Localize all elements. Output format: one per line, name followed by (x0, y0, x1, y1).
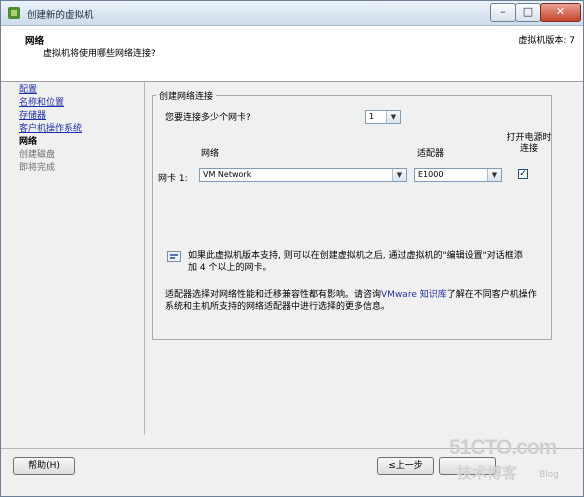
titlebar[interactable]: 创建新的虚拟机 – □ ✕ (1, 1, 583, 26)
chevron-down-icon: ▼ (386, 111, 400, 123)
nav-divider (144, 82, 145, 435)
maximize-button[interactable]: □ (515, 3, 541, 22)
wizard-header: 网络 虚拟机将使用哪些网络连接? 虚拟机版本: 7 (1, 26, 583, 82)
info-icon (167, 251, 181, 262)
back-button[interactable]: ≤上一步 (377, 457, 434, 475)
page-title: 网络 (25, 36, 45, 47)
page-subtitle: 虚拟机将使用哪些网络连接? (43, 49, 156, 59)
watermark-subtitle: 技术博客 (457, 464, 518, 482)
nav-item-guest-os[interactable]: 客户机操作系统 (19, 123, 139, 136)
vm-version-label: 虚拟机版本: 7 (518, 36, 575, 46)
nic-count-value: 1 (369, 112, 375, 121)
adapter-value: E1000 (418, 170, 444, 179)
nav-item-config[interactable]: 配置 (19, 84, 139, 97)
note-prefix: 适配器选择对网络性能和迁移兼容性都有影响。请咨询 (165, 290, 382, 300)
nic-count-label: 您要连接多少个网卡? (165, 113, 251, 123)
watermark-logo: 51CTO.com 技术博客 Blog (449, 436, 579, 494)
minimize-button[interactable]: – (490, 3, 516, 22)
vm-app-icon (8, 7, 20, 19)
nic-count-select[interactable]: 1 ▼ (365, 110, 401, 124)
chevron-down-icon: ▼ (487, 169, 501, 181)
column-adapter: 适配器 (417, 149, 445, 159)
network-select[interactable]: VM Network ▼ (199, 168, 407, 182)
column-network: 网络 (201, 149, 220, 159)
watermark-site: 51CTO.com (449, 436, 557, 459)
adapter-select[interactable]: E1000 ▼ (414, 168, 502, 182)
nav-item-name-location[interactable]: 名称和位置 (19, 97, 139, 110)
window-title: 创建新的虚拟机 (27, 10, 94, 21)
help-button[interactable]: 帮助(H) (13, 457, 75, 475)
connect-at-power-on-checkbox[interactable]: ✓ (518, 169, 528, 179)
chevron-down-icon: ▼ (392, 169, 406, 181)
wizard-nav: 配置 名称和位置 存储器 客户机操作系统 网络 创建磁盘 即将完成 (19, 84, 139, 175)
nav-item-storage[interactable]: 存储器 (19, 110, 139, 123)
nav-item-network: 网络 (19, 137, 38, 147)
close-button[interactable]: ✕ (540, 3, 581, 22)
column-power-on: 打开电源时连接 (506, 133, 552, 154)
adapter-note: 适配器选择对网络性能和迁移兼容性都有影响。请咨询VMware 知识库了解在不同客… (165, 289, 540, 313)
group-title: 创建网络连接 (156, 89, 217, 102)
vmware-kb-link[interactable]: VMware 知识库 (381, 290, 447, 300)
nic-row-label: 网卡 1: (158, 174, 188, 184)
network-value: VM Network (203, 170, 252, 179)
nav-item-ready: 即将完成 (19, 163, 56, 173)
dialog-window: 创建新的虚拟机 – □ ✕ 网络 虚拟机将使用哪些网络连接? 虚拟机版本: 7 … (0, 0, 584, 497)
nav-item-create-disk: 创建磁盘 (19, 150, 56, 160)
info-message: 如果此虚拟机版本支持, 则可以在创建虚拟机之后, 通过虚拟机的"编辑设置"对话框… (188, 251, 523, 273)
watermark-blog: Blog (539, 470, 559, 480)
